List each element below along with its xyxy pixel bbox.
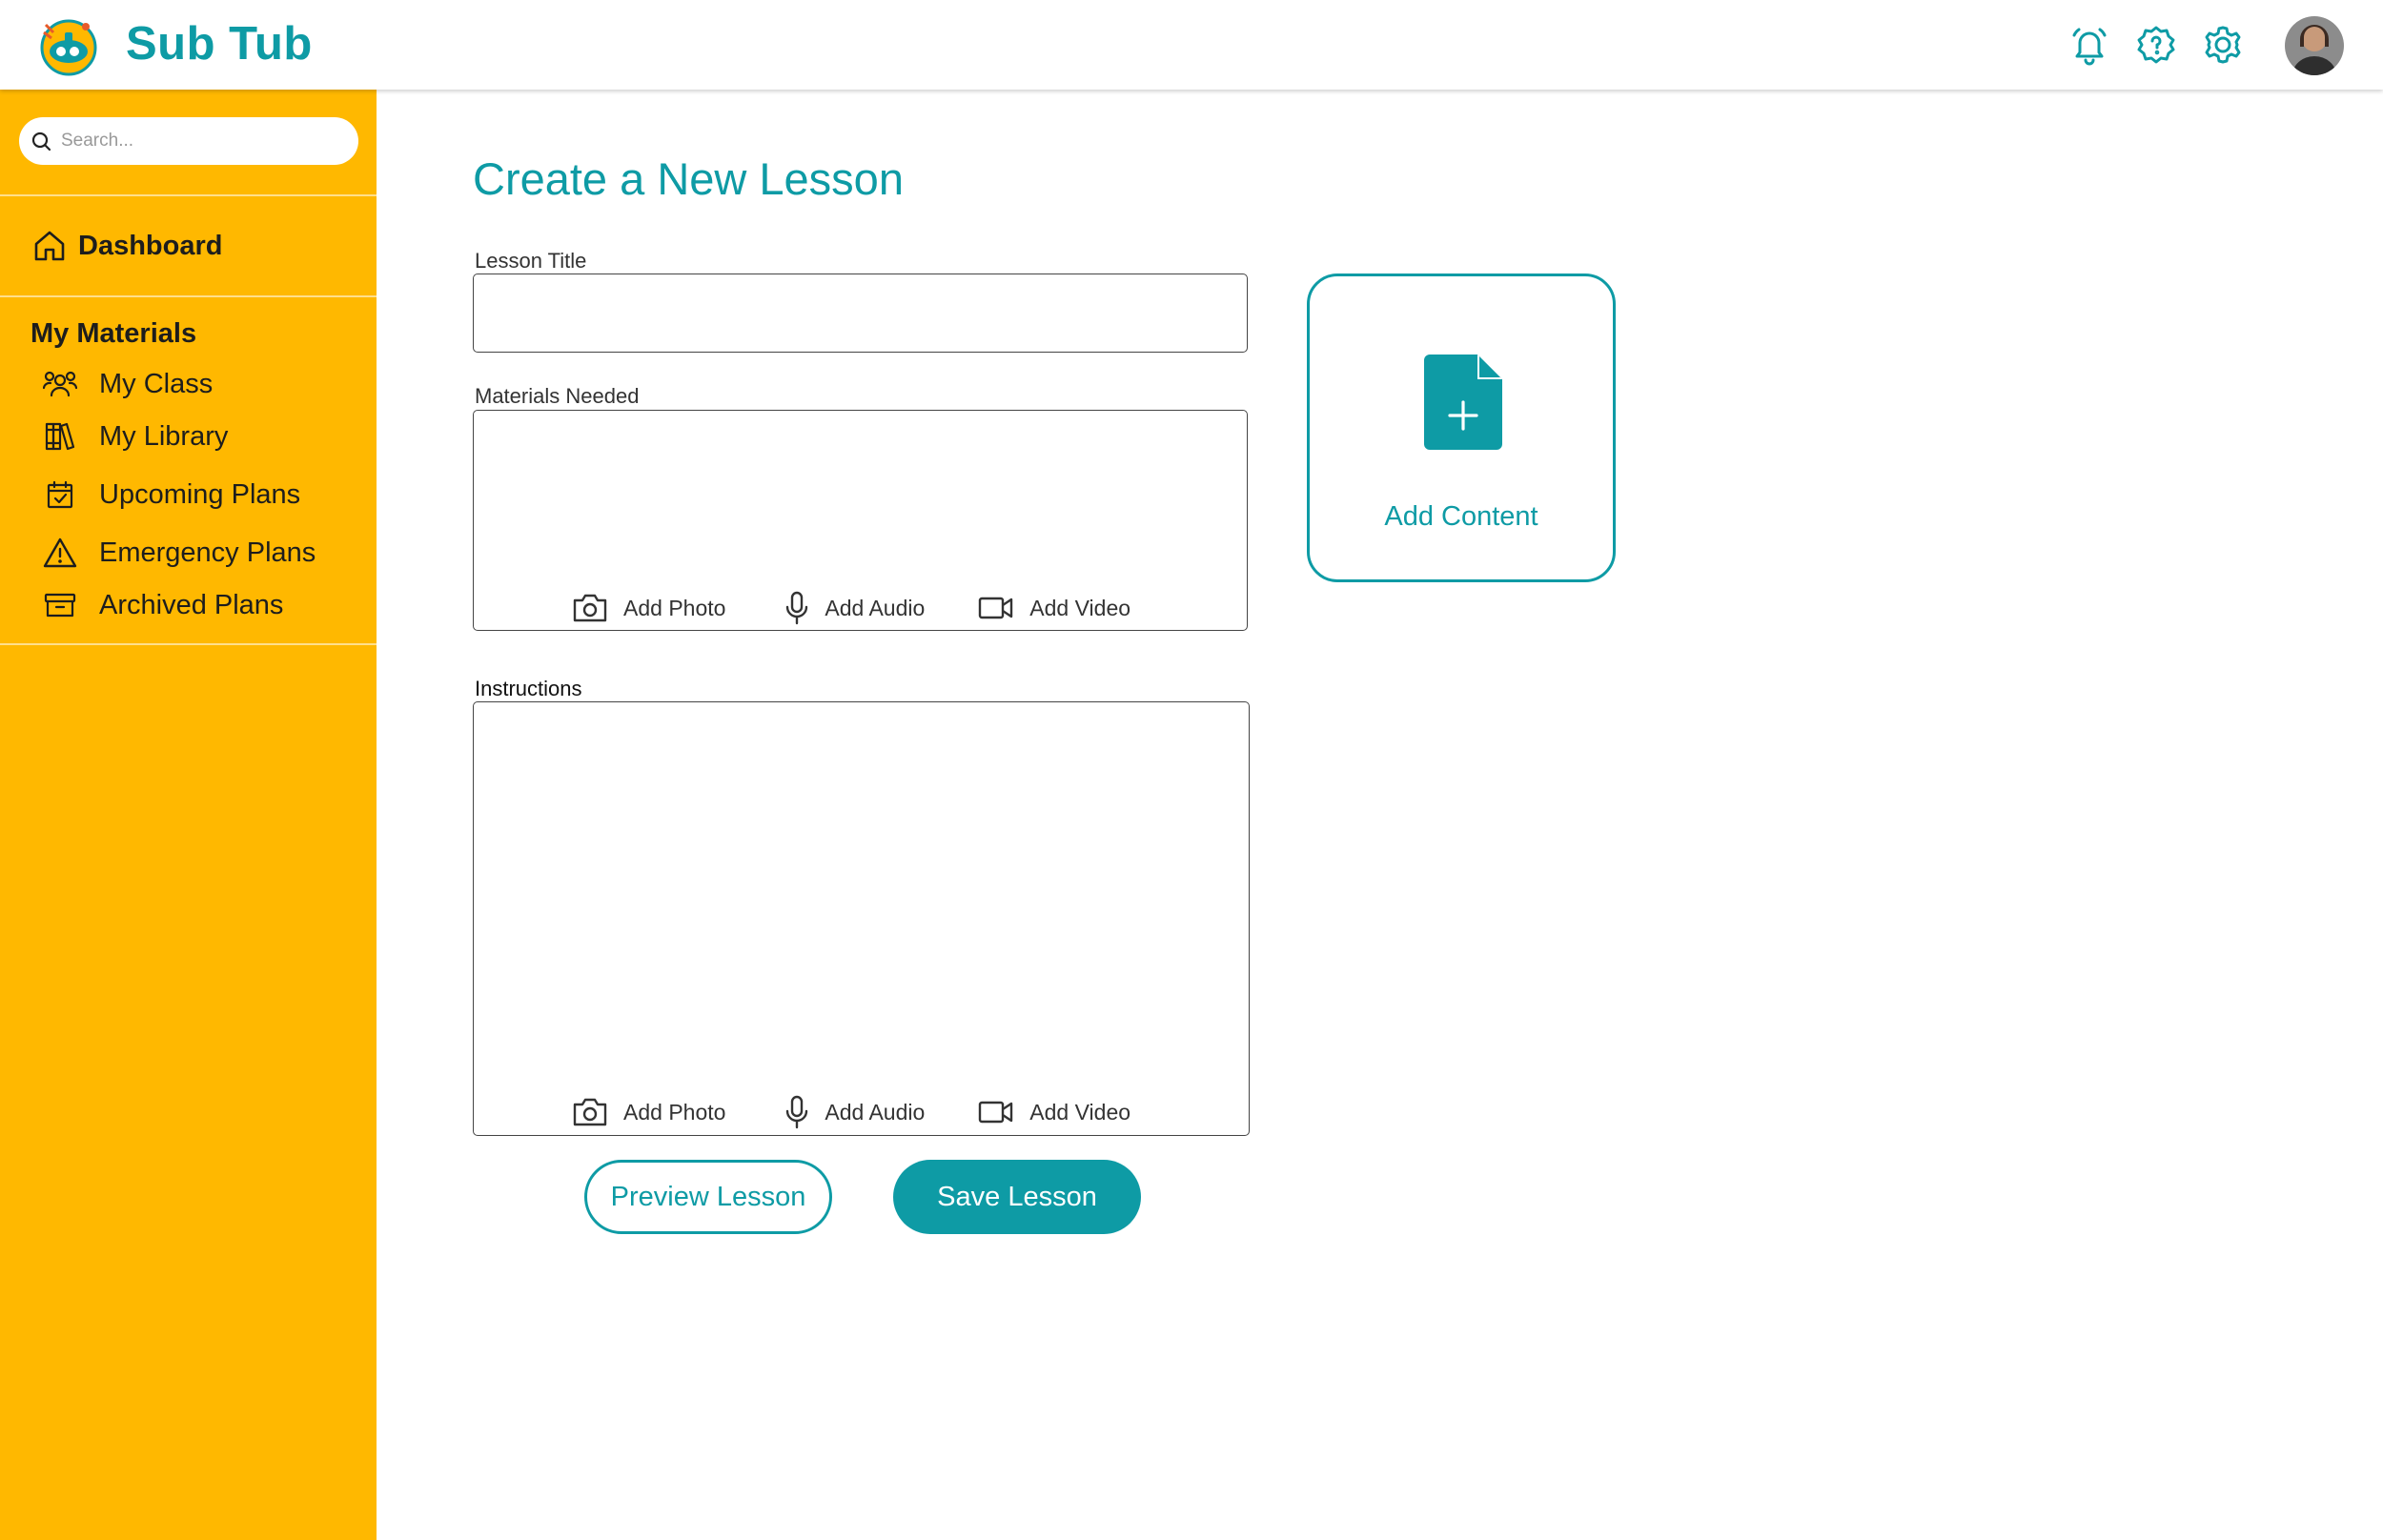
divider (0, 295, 377, 297)
add-audio-label: Add Audio (825, 1099, 926, 1125)
add-content-button[interactable]: Add Content (1307, 274, 1616, 582)
calendar-check-icon (42, 476, 78, 513)
user-avatar[interactable] (2285, 16, 2344, 75)
materials-add-audio-button[interactable]: Add Audio (784, 591, 925, 625)
sidebar-item-label: Upcoming Plans (99, 478, 301, 510)
home-icon (34, 231, 65, 261)
microphone-icon (786, 591, 808, 625)
add-video-label: Add Video (1029, 595, 1131, 620)
settings-icon[interactable] (2197, 19, 2249, 71)
sidebar-item-my-class[interactable]: My Class (42, 366, 213, 402)
camera-icon (573, 594, 607, 622)
materials-add-photo-button[interactable]: Add Photo (572, 593, 725, 623)
microphone-icon (786, 1095, 808, 1129)
add-photo-label: Add Photo (623, 1099, 726, 1125)
lesson-title-input[interactable] (473, 274, 1248, 353)
video-camera-icon (979, 597, 1013, 619)
sidebar-item-my-library[interactable]: My Library (42, 418, 228, 455)
sidebar-item-label: Dashboard (78, 230, 223, 261)
bell-icon[interactable] (2064, 19, 2115, 71)
help-icon[interactable] (2130, 19, 2182, 71)
add-photo-label: Add Photo (623, 595, 726, 620)
warning-icon (42, 535, 78, 571)
search-input[interactable] (61, 131, 337, 152)
instructions-add-audio-button[interactable]: Add Audio (784, 1095, 925, 1129)
instructions-media-toolbar: Add Photo Add Audio Add Video (572, 1095, 1130, 1129)
camera-icon (573, 1098, 607, 1126)
add-file-icon (1424, 355, 1502, 450)
materials-add-video-button[interactable]: Add Video (978, 595, 1130, 621)
sidebar-item-label: My Class (99, 368, 214, 399)
sidebar-item-label: Emergency Plans (99, 537, 316, 568)
save-lesson-button[interactable]: Save Lesson (893, 1160, 1141, 1234)
instructions-add-photo-button[interactable]: Add Photo (572, 1097, 725, 1127)
divider (0, 643, 377, 645)
page-title: Create a New Lesson (473, 153, 904, 204)
search-icon (31, 132, 51, 152)
materials-needed-label: Materials Needed (475, 384, 640, 408)
materials-media-toolbar: Add Photo Add Audio Add Video (572, 591, 1130, 625)
top-bar: Sub Tub (0, 0, 2383, 90)
add-content-label: Add Content (1384, 501, 1538, 532)
video-camera-icon (979, 1101, 1013, 1124)
sidebar-item-archived-plans[interactable]: Archived Plans (42, 587, 283, 623)
sidebar-item-emergency-plans[interactable]: Emergency Plans (42, 535, 316, 571)
instructions-label: Instructions (475, 677, 582, 700)
sidebar-item-label: My Library (99, 420, 229, 452)
sidebar-item-dashboard[interactable]: Dashboard (32, 229, 222, 263)
library-icon (42, 418, 78, 455)
sub-tub-logo[interactable] (36, 13, 101, 78)
sidebar-item-label: Archived Plans (99, 589, 284, 620)
app-name: Sub Tub (126, 18, 313, 70)
add-video-label: Add Video (1029, 1099, 1131, 1125)
add-audio-label: Add Audio (825, 595, 926, 620)
sidebar-item-upcoming-plans[interactable]: Upcoming Plans (42, 476, 300, 513)
instructions-add-video-button[interactable]: Add Video (978, 1099, 1130, 1125)
divider (0, 194, 377, 196)
archive-icon (42, 587, 78, 623)
search-box[interactable] (19, 117, 358, 165)
instructions-field[interactable] (473, 701, 1250, 1136)
section-title: My Materials (31, 318, 197, 349)
lesson-title-label: Lesson Title (475, 249, 587, 273)
preview-lesson-button[interactable]: Preview Lesson (584, 1160, 832, 1234)
users-icon (42, 366, 78, 402)
sidebar: Dashboard My Materials My Class My Libra… (0, 90, 377, 1540)
